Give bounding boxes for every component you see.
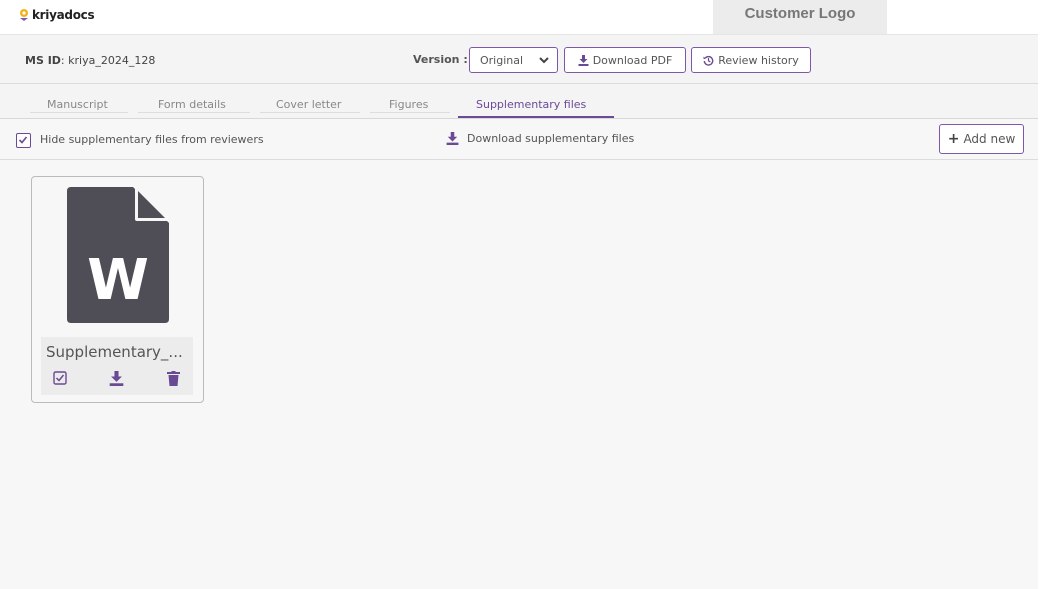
download-supplementary-label: Download supplementary files — [467, 132, 635, 145]
trash-icon[interactable] — [167, 371, 180, 386]
hide-from-reviewers-label[interactable]: Hide supplementary files from reviewers — [40, 133, 264, 146]
tab-supplementary-files[interactable]: Supplementary files — [476, 98, 586, 111]
history-icon — [703, 55, 714, 66]
select-checkbox-icon[interactable] — [53, 371, 67, 385]
tab-divider — [260, 112, 360, 113]
download-icon[interactable] — [109, 371, 124, 386]
review-history-label: Review history — [718, 53, 799, 67]
review-history-button[interactable]: Review history — [691, 47, 811, 73]
customer-logo: Customer Logo — [713, 0, 887, 34]
location-pin-icon — [20, 9, 28, 21]
tab-bar: Manuscript Form details Cover letter Fig… — [0, 84, 1041, 119]
tab-form-details[interactable]: Form details — [158, 98, 226, 111]
brand-name: kriyadocs — [32, 8, 95, 22]
checkmark-icon — [18, 136, 28, 144]
file-card-footer: Supplementary_... — [41, 337, 193, 395]
brand-logo: kriyadocs — [18, 8, 95, 22]
top-bar: kriyadocs Customer Logo — [0, 0, 1041, 34]
chevron-down-icon — [539, 57, 549, 64]
word-document-icon: W — [67, 187, 169, 323]
version-select[interactable]: Original — [469, 47, 558, 73]
tab-cover-letter[interactable]: Cover letter — [276, 98, 341, 111]
download-pdf-button[interactable]: Download PDF — [564, 47, 686, 73]
add-new-label: Add new — [963, 132, 1016, 146]
ms-id: MS ID: kriya_2024_128 — [25, 54, 155, 67]
version-selected-value: Original — [480, 53, 524, 67]
file-actions — [53, 371, 183, 391]
hide-from-reviewers-checkbox[interactable] — [16, 133, 31, 148]
tab-divider — [30, 112, 128, 113]
file-name: Supplementary_... — [46, 343, 183, 361]
active-tab-indicator — [458, 116, 614, 118]
download-supplementary-link[interactable]: Download supplementary files — [446, 132, 634, 145]
ms-id-label: MS ID — [25, 54, 61, 67]
tab-manuscript[interactable]: Manuscript — [47, 98, 108, 111]
manuscript-info-bar: MS ID: kriya_2024_128 Version : Original… — [0, 34, 1041, 84]
download-icon — [578, 54, 589, 66]
add-new-button[interactable]: + Add new — [939, 124, 1024, 154]
download-pdf-label: Download PDF — [592, 53, 673, 67]
ms-id-value: : kriya_2024_128 — [60, 54, 156, 67]
version-label: Version : — [413, 53, 468, 66]
plus-icon: + — [947, 131, 960, 147]
file-card[interactable]: W Supplementary_... — [31, 176, 204, 403]
tab-divider — [370, 112, 450, 113]
tab-divider — [138, 112, 250, 113]
download-icon — [446, 132, 459, 145]
supplementary-toolbar: Hide supplementary files from reviewers … — [0, 120, 1041, 160]
tab-figures[interactable]: Figures — [389, 98, 428, 111]
word-letter: W — [87, 248, 149, 313]
